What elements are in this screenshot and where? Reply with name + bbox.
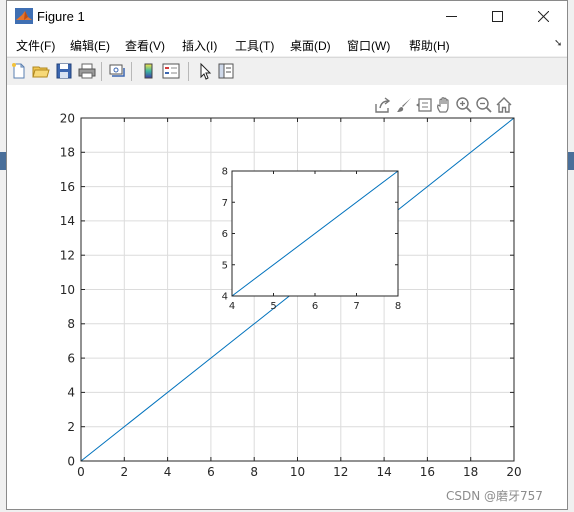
main-x-tick-label: 20 (506, 465, 521, 479)
main-y-tick-label: 4 (67, 386, 75, 400)
main-x-tick-label: 14 (376, 465, 391, 479)
main-y-tick-label: 14 (60, 214, 75, 228)
inset-x-tick-label: 6 (312, 301, 318, 312)
main-y-tick-label: 0 (67, 454, 75, 468)
main-x-tick-label: 0 (77, 465, 85, 479)
inset-y-tick-label: 5 (222, 260, 228, 271)
main-x-tick-label: 8 (250, 465, 258, 479)
inset-x-tick-label: 4 (229, 301, 235, 312)
main-x-tick-label: 6 (207, 465, 215, 479)
main-x-tick-label: 2 (120, 465, 128, 479)
main-x-tick-label: 12 (333, 465, 348, 479)
main-x-tick-label: 18 (463, 465, 478, 479)
main-y-tick-label: 10 (60, 283, 75, 297)
main-x-tick-label: 4 (164, 465, 172, 479)
main-y-tick-label: 8 (67, 317, 75, 331)
inset-y-tick-label: 6 (222, 229, 228, 240)
watermark-text: CSDN @磨牙757 (446, 489, 543, 503)
inset-y-tick-label: 7 (222, 198, 228, 209)
inset-x-tick-label: 8 (395, 301, 401, 312)
main-x-tick-label: 10 (290, 465, 305, 479)
inset-y-tick-label: 8 (222, 167, 228, 178)
inset-y-tick-label: 4 (222, 292, 228, 303)
main-y-tick-label: 2 (67, 420, 75, 434)
main-y-tick-label: 6 (67, 351, 75, 365)
main-y-tick-label: 16 (60, 180, 75, 194)
inset-x-tick-label: 7 (353, 301, 359, 312)
inset-x-tick-label: 5 (270, 301, 276, 312)
main-y-tick-label: 18 (60, 146, 75, 160)
plot-area[interactable]: 0 2 4 6 8 10 12 14 16 18 20 0 2 4 6 8 10 12 14 16 18 20 4 5 6 7 8 4… (0, 0, 574, 512)
main-y-tick-label: 20 (60, 111, 75, 125)
main-x-tick-label: 16 (420, 465, 435, 479)
main-y-tick-label: 12 (60, 249, 75, 263)
